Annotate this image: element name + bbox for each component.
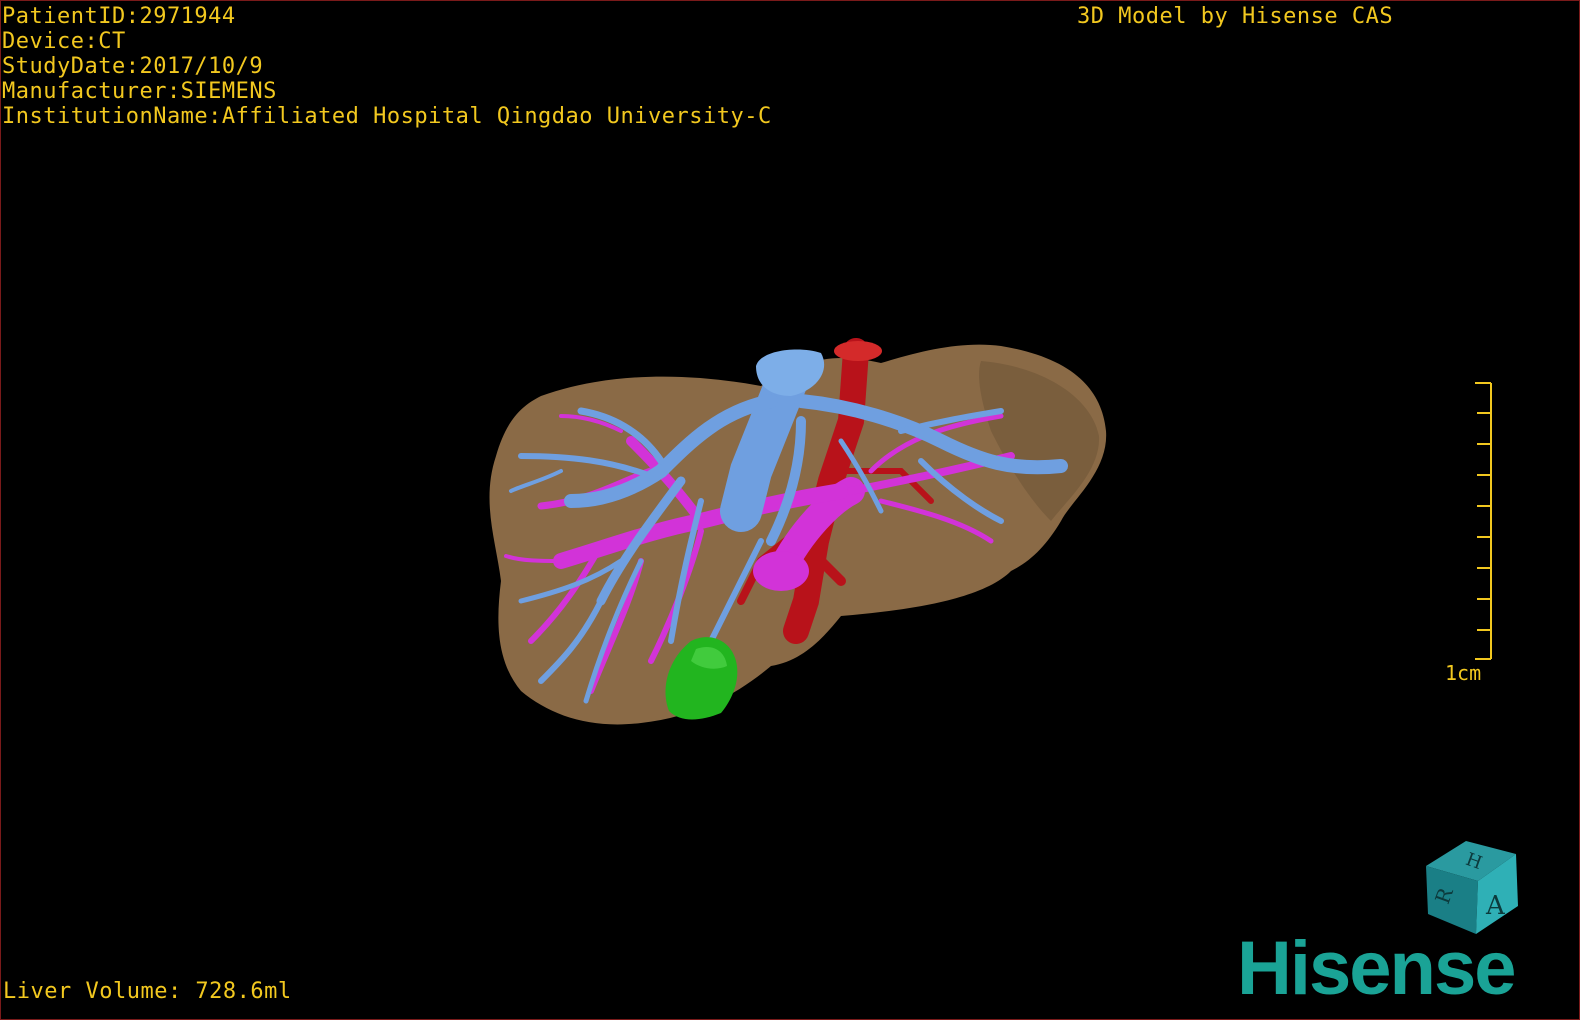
institution-name: InstitutionName:Affiliated Hospital Qing… (2, 104, 772, 129)
model-credit: 3D Model by Hisense CAS (1077, 4, 1394, 29)
cube-label-a: A (1485, 891, 1506, 921)
study-date: StudyDate:2017/10/9 (2, 54, 264, 79)
portal-confluence (753, 551, 809, 591)
liver-volume: Liver Volume: 728.6ml (3, 979, 292, 1004)
3d-viewport[interactable]: PatientID:2971944 Device:CT StudyDate:2017… (0, 0, 1580, 1020)
dicom-info-panel: PatientID:2971944 Device:CT StudyDate:2017… (2, 4, 772, 129)
scale-bar (1475, 382, 1492, 660)
liver-3d-model[interactable] (1, 1, 1580, 1020)
manufacturer: Manufacturer:SIEMENS (2, 79, 277, 104)
scale-label: 1cm (1445, 661, 1482, 685)
artery-top (834, 341, 882, 361)
device: Device:CT (2, 29, 126, 54)
hisense-logo: Hisense (1237, 926, 1516, 1011)
patient-id: PatientID:2971944 (2, 4, 236, 29)
orientation-cube[interactable]: H R A (1416, 836, 1526, 936)
